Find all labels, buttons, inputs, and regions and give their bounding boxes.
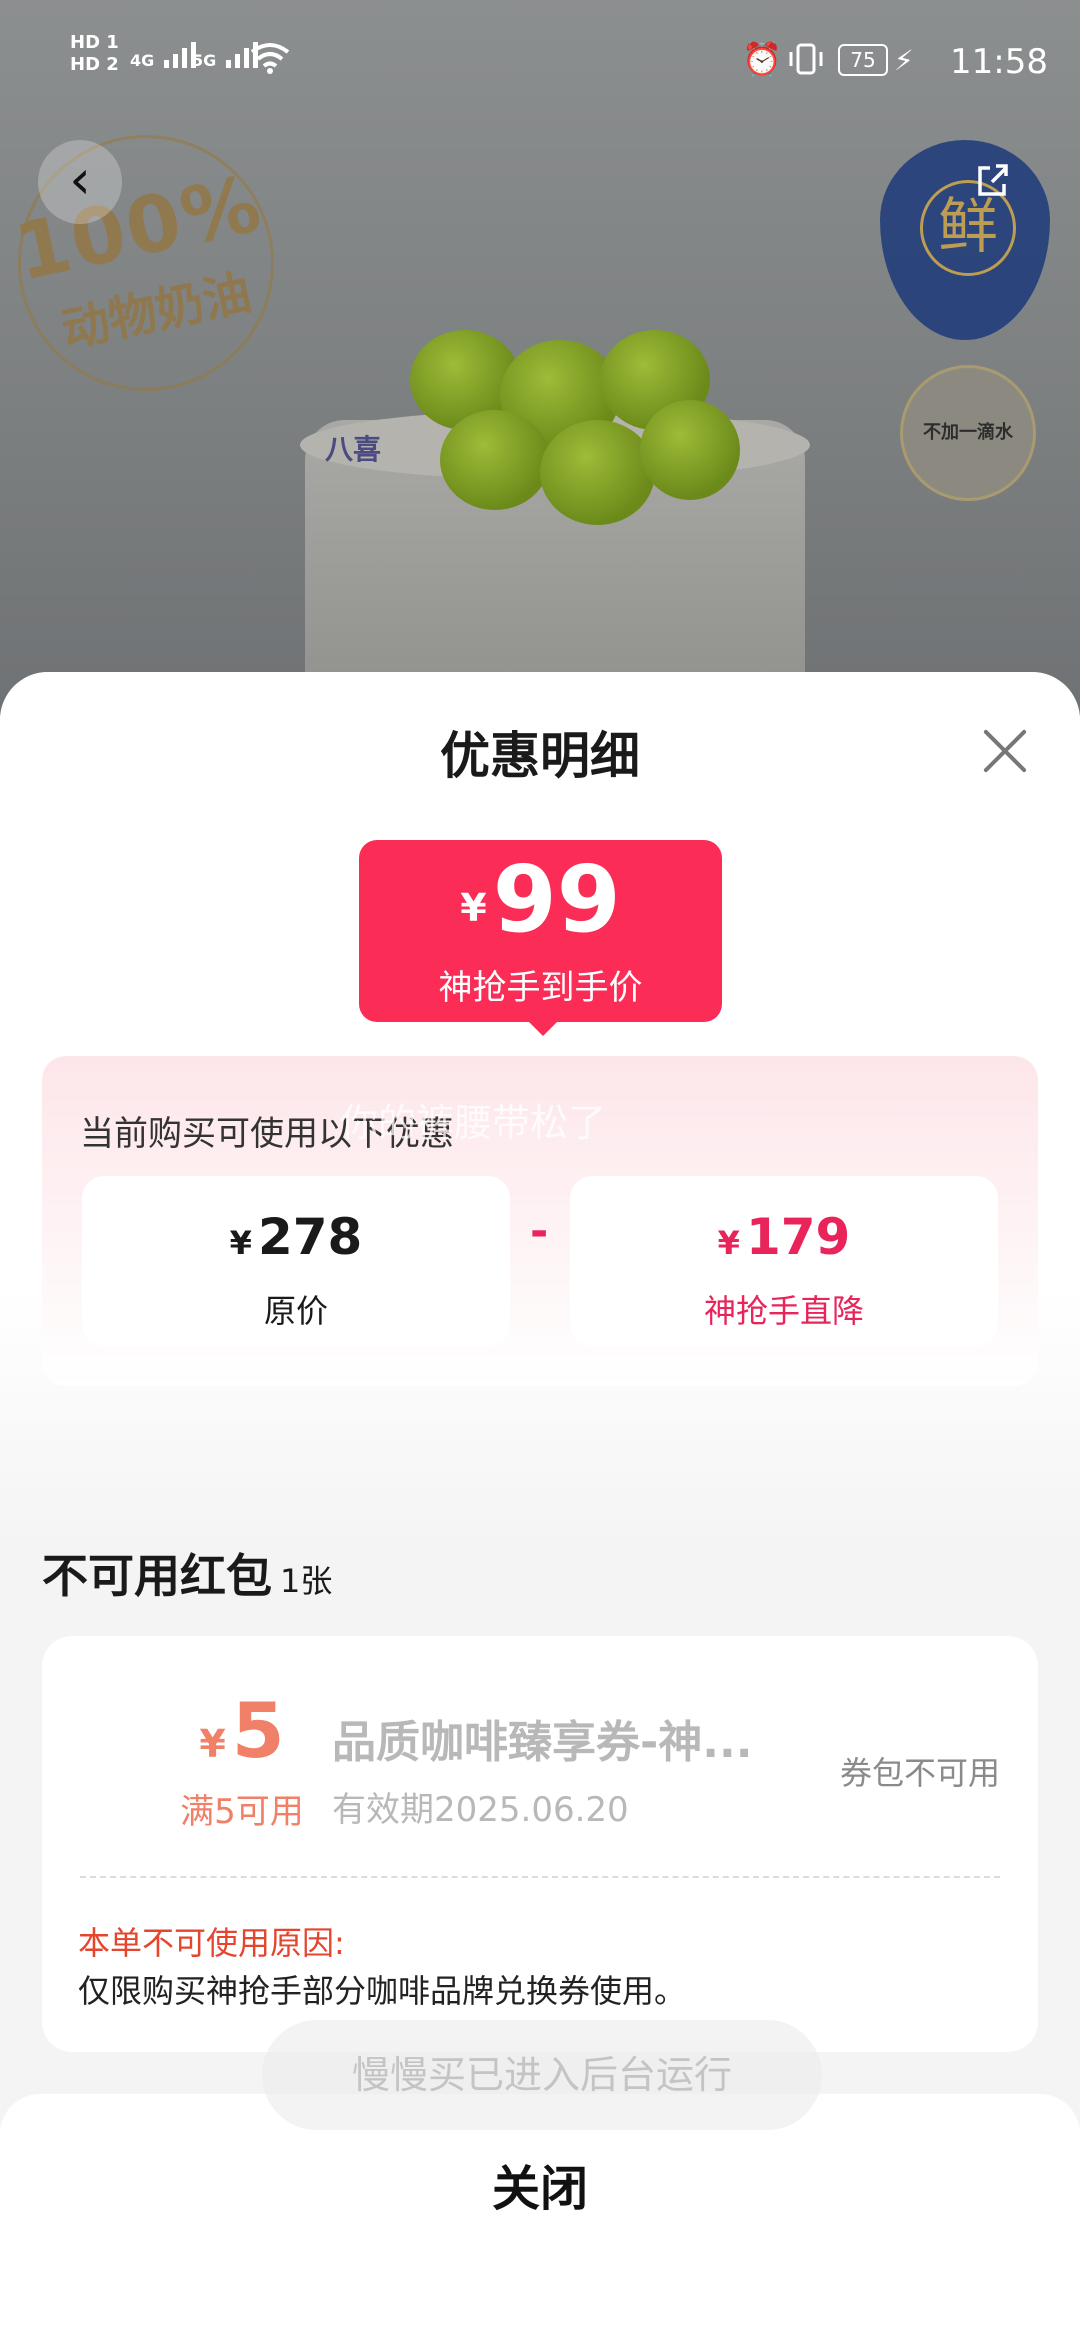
close-button[interactable]: 关闭 <box>390 2154 690 2224</box>
close-icon[interactable] <box>980 726 1030 776</box>
wifi-icon <box>250 43 290 74</box>
reason-heading: 本单不可使用原因: <box>78 1924 345 1962</box>
unavailable-title: 不可用红包 <box>42 1549 272 1603</box>
reason-text: 仅限购买神抢手部分咖啡品牌兑换券使用。 <box>78 1972 687 2010</box>
original-currency: ¥ <box>229 1224 252 1262</box>
coupon-card[interactable]: ¥5 满5可用 品质咖啡臻享券-神... 有效期2025.06.20 券包不可用… <box>42 1636 1038 2052</box>
charging-icon: ⚡ <box>894 44 914 77</box>
badge-tail <box>529 1022 557 1036</box>
grape <box>540 420 655 525</box>
original-price-card: ¥278 原价 <box>82 1176 510 1346</box>
discount-price: ¥179 <box>570 1208 998 1266</box>
discount-label: 神抢手直降 <box>703 1292 864 1330</box>
discount-currency: ¥ <box>717 1224 740 1262</box>
battery-icon: 75 <box>838 44 888 76</box>
final-price-currency: ¥ <box>460 886 487 930</box>
grape <box>440 410 550 510</box>
direct-discount-card: ¥179 神抢手直降 <box>570 1176 998 1346</box>
coupon-status: 券包不可用 <box>839 1754 1000 1792</box>
original-price: ¥278 <box>82 1208 510 1266</box>
share-button[interactable] <box>960 160 1024 224</box>
original-label: 原价 <box>263 1292 328 1330</box>
final-price-badge: ¥99 神抢手到手价 <box>359 840 722 1036</box>
background-run-toast: 慢慢买已进入后台运行 <box>262 2020 822 2130</box>
back-icon: ‹ <box>69 148 91 211</box>
bottom-bar: 关闭 <box>0 2094 1080 2340</box>
sim2-label: HD 2 <box>70 54 119 75</box>
minus-sign: - <box>530 1206 549 1257</box>
unavailable-section-title: 不可用红包 1张 <box>42 1540 332 1606</box>
coupon-currency: ¥ <box>199 1722 226 1766</box>
sim1-label: HD 1 <box>70 32 119 53</box>
coupon-value: 5 <box>231 1686 285 1775</box>
brand-logo: 八喜 <box>325 433 382 466</box>
sheet-title: 优惠明细 <box>440 727 640 785</box>
coupon-name: 品质咖啡臻享券-神... <box>332 1717 753 1768</box>
grape <box>640 400 740 500</box>
discount-amount: 179 <box>745 1208 851 1266</box>
sim-indicators: HD 1 HD 2 <box>70 32 119 76</box>
unavailable-count: 1张 <box>280 1562 333 1600</box>
back-button[interactable]: ‹ <box>38 140 122 224</box>
final-price-amount: 99 <box>492 846 621 953</box>
no-water-badge: 不加一滴水 <box>900 365 1036 501</box>
clock: 11:58 <box>950 42 1048 82</box>
final-price: ¥99 <box>359 846 722 953</box>
overlay-watermark: 你的裤腰带松了 <box>340 1101 607 1145</box>
alarm-icon: ⏰ <box>742 40 782 78</box>
original-amount: 278 <box>257 1208 363 1266</box>
final-price-label: 神抢手到手价 <box>438 968 643 1008</box>
net2-label: 5G <box>192 51 217 70</box>
status-bar: HD 1 HD 2 4G 5G ⏰ 75 ⚡ 11:58 <box>0 0 1080 120</box>
dashed-divider <box>80 1876 1000 1878</box>
net1-label: 4G <box>130 51 155 70</box>
share-icon <box>978 164 1008 196</box>
coupon-validity: 有效期2025.06.20 <box>332 1790 629 1830</box>
vibrate-icon <box>789 43 823 75</box>
cream-stamp: 100% 动物奶油 <box>0 111 298 415</box>
